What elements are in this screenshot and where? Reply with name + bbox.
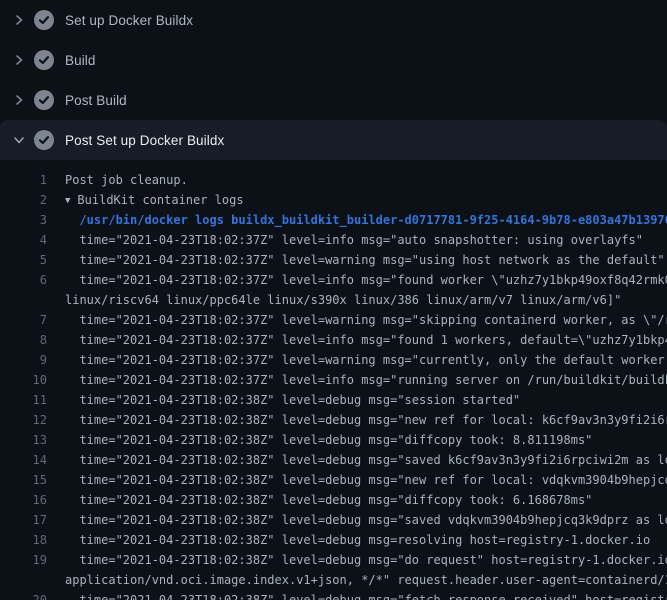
log-line-text: time="2021-04-23T18:02:38Z" level=debug … — [47, 410, 667, 430]
line-number[interactable]: 16 — [0, 490, 47, 510]
log-row: 5 time="2021-04-23T18:02:37Z" level=warn… — [0, 250, 667, 270]
line-number[interactable]: 19 — [0, 550, 47, 570]
log-row: 15 time="2021-04-23T18:02:38Z" level=deb… — [0, 470, 667, 490]
line-number[interactable]: 12 — [0, 410, 47, 430]
log-row: 13 time="2021-04-23T18:02:38Z" level=deb… — [0, 430, 667, 450]
log-line-text: time="2021-04-23T18:02:37Z" level=info m… — [47, 230, 643, 250]
log-row: 2 ▼ BuildKit container logs — [0, 190, 667, 210]
line-number[interactable]: 11 — [0, 390, 47, 410]
log-line-text: ▼ BuildKit container logs — [47, 190, 244, 210]
log-line-text: application/vnd.oci.image.index.v1+json,… — [47, 570, 667, 590]
step-label: Set up Docker Buildx — [65, 13, 193, 28]
log-line-text: time="2021-04-23T18:02:37Z" level=info m… — [47, 370, 667, 390]
chevron-down-icon[interactable] — [12, 134, 26, 146]
check-circle-icon — [34, 90, 54, 110]
step-label: Post Build — [65, 93, 127, 108]
step-label: Build — [65, 53, 96, 68]
log-row: 12 time="2021-04-23T18:02:38Z" level=deb… — [0, 410, 667, 430]
line-number[interactable]: 15 — [0, 470, 47, 490]
line-number[interactable]: 5 — [0, 250, 47, 270]
line-number[interactable]: 6 — [0, 270, 47, 290]
log-panel: 1Post job cleanup.2 ▼ BuildKit container l… — [0, 160, 667, 600]
step-header-post-set-up-docker-buildx[interactable]: Post Set up Docker Buildx — [0, 120, 667, 160]
log-line-text: time="2021-04-23T18:02:38Z" level=debug … — [47, 510, 667, 530]
line-number[interactable]: 1 — [0, 170, 47, 190]
log-line-text: Post job cleanup. — [47, 170, 188, 190]
step-header-build[interactable]: Build — [0, 40, 667, 80]
log-command-text: /usr/bin/docker logs buildx_buildkit_bui… — [47, 210, 667, 230]
log-line-text: time="2021-04-23T18:02:37Z" level=warnin… — [47, 350, 667, 370]
line-number[interactable]: 10 — [0, 370, 47, 390]
log-row: 3 /usr/bin/docker logs buildx_buildkit_b… — [0, 210, 667, 230]
log-row: linux/riscv64 linux/ppc64le linux/s390x … — [0, 290, 667, 310]
log-row: 18 time="2021-04-23T18:02:38Z" level=deb… — [0, 530, 667, 550]
log-line-text: time="2021-04-23T18:02:37Z" level=info m… — [47, 330, 667, 350]
log-line-text: time="2021-04-23T18:02:38Z" level=debug … — [47, 550, 667, 570]
log-line-text: time="2021-04-23T18:02:38Z" level=debug … — [47, 470, 667, 490]
line-number[interactable]: 9 — [0, 350, 47, 370]
line-number[interactable]: 8 — [0, 330, 47, 350]
log-line-text: time="2021-04-23T18:02:37Z" level=info m… — [47, 270, 667, 290]
log-row: 10 time="2021-04-23T18:02:37Z" level=inf… — [0, 370, 667, 390]
step-label: Post Set up Docker Buildx — [65, 133, 224, 148]
group-title: BuildKit container logs — [77, 193, 243, 207]
line-number[interactable]: 13 — [0, 430, 47, 450]
log-row: 7 time="2021-04-23T18:02:37Z" level=warn… — [0, 310, 667, 330]
line-number[interactable]: 3 — [0, 210, 47, 230]
log-row: 8 time="2021-04-23T18:02:37Z" level=info… — [0, 330, 667, 350]
line-number[interactable]: 2 — [0, 190, 47, 210]
line-number[interactable]: 17 — [0, 510, 47, 530]
log-line-text: time="2021-04-23T18:02:38Z" level=debug … — [47, 430, 592, 450]
line-number — [0, 290, 47, 310]
log-line-text: linux/riscv64 linux/ppc64le linux/s390x … — [47, 290, 621, 310]
log-line-text: time="2021-04-23T18:02:38Z" level=debug … — [47, 450, 667, 470]
log-row: 4 time="2021-04-23T18:02:37Z" level=info… — [0, 230, 667, 250]
check-circle-icon — [34, 130, 54, 150]
chevron-right-icon[interactable] — [12, 94, 26, 106]
check-circle-icon — [34, 10, 54, 30]
step-header-set-up-docker-buildx[interactable]: Set up Docker Buildx — [0, 0, 667, 40]
log-row: 17 time="2021-04-23T18:02:38Z" level=deb… — [0, 510, 667, 530]
log-line-text: time="2021-04-23T18:02:37Z" level=warnin… — [47, 310, 667, 330]
group-collapse-toggle-icon[interactable]: ▼ — [65, 191, 70, 211]
log-line-text: time="2021-04-23T18:02:38Z" level=debug … — [47, 390, 520, 410]
log-row: 1Post job cleanup. — [0, 170, 667, 190]
line-number[interactable]: 14 — [0, 450, 47, 470]
check-circle-icon — [34, 50, 54, 70]
log-line-text: time="2021-04-23T18:02:38Z" level=debug … — [47, 590, 667, 600]
log-row: 19 time="2021-04-23T18:02:38Z" level=deb… — [0, 550, 667, 570]
workflow-log-viewer: Set up Docker Buildx Build Post Build Post … — [0, 0, 667, 600]
chevron-right-icon[interactable] — [12, 14, 26, 26]
line-number[interactable]: 4 — [0, 230, 47, 250]
line-number[interactable]: 18 — [0, 530, 47, 550]
step-header-post-build[interactable]: Post Build — [0, 80, 667, 120]
line-number — [0, 570, 47, 590]
line-number[interactable]: 20 — [0, 590, 47, 600]
log-row: 20 time="2021-04-23T18:02:38Z" level=deb… — [0, 590, 667, 600]
log-line-text: time="2021-04-23T18:02:38Z" level=debug … — [47, 490, 592, 510]
log-line-text: time="2021-04-23T18:02:38Z" level=debug … — [47, 530, 650, 550]
log-row: 9 time="2021-04-23T18:02:37Z" level=warn… — [0, 350, 667, 370]
line-number[interactable]: 7 — [0, 310, 47, 330]
log-row: application/vnd.oci.image.index.v1+json,… — [0, 570, 667, 590]
log-row: 6 time="2021-04-23T18:02:37Z" level=info… — [0, 270, 667, 290]
log-row: 11 time="2021-04-23T18:02:38Z" level=deb… — [0, 390, 667, 410]
log-row: 16 time="2021-04-23T18:02:38Z" level=deb… — [0, 490, 667, 510]
chevron-right-icon[interactable] — [12, 54, 26, 66]
step-list: Set up Docker Buildx Build Post Build Post … — [0, 0, 667, 160]
log-line-text: time="2021-04-23T18:02:37Z" level=warnin… — [47, 250, 665, 270]
log-row: 14 time="2021-04-23T18:02:38Z" level=deb… — [0, 450, 667, 470]
